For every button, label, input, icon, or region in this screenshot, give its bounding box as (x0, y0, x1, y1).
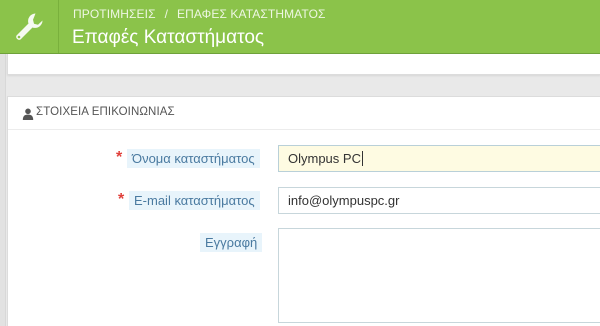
shop-name-label: Όνομα καταστήματος (127, 149, 260, 168)
page: ΠΡΟΤΙΜΗΣΕΙΣ / ΕΠΑΦΕΣ ΚΑΤΑΣΤΗΜΑΤΟΣ Επαφές Κ… (0, 0, 600, 326)
registration-textarea[interactable] (278, 228, 600, 323)
breadcrumb-separator: / (164, 7, 169, 21)
header-divider (58, 0, 59, 53)
page-header: ΠΡΟΤΙΜΗΣΕΙΣ / ΕΠΑΦΕΣ ΚΑΤΑΣΤΗΜΑΤΟΣ Επαφές Κ… (0, 0, 600, 54)
breadcrumb: ΠΡΟΤΙΜΗΣΕΙΣ / ΕΠΑΦΕΣ ΚΑΤΑΣΤΗΜΑΤΟΣ (73, 7, 326, 21)
panel-heading-title: ΣΤΟΙΧΕΙΑ ΕΠΙΚΟΙΝΩΝΙΑΣ (36, 106, 175, 118)
shop-email-value: info@olympuspc.gr (288, 193, 400, 208)
user-icon (22, 107, 34, 120)
registration-label: Εγγραφή (200, 233, 263, 252)
wrench-icon (0, 0, 58, 53)
shop-email-label: E-mail καταστήματος (129, 191, 260, 210)
required-marker: * (118, 191, 125, 208)
shop-name-input[interactable]: Olympus PC (278, 145, 600, 172)
panel-heading: ΣΤΟΙΧΕΙΑ ΕΠΙΚΟΙΝΩΝΙΑΣ (8, 97, 600, 130)
left-gutter (0, 54, 6, 326)
required-marker: * (116, 149, 123, 166)
breadcrumb-item-store-contacts[interactable]: ΕΠΑΦΕΣ ΚΑΤΑΣΤΗΜΑΤΟΣ (177, 7, 326, 21)
shop-name-value: Olympus PC (288, 151, 361, 166)
text-caret (361, 151, 363, 166)
breadcrumb-item-preferences[interactable]: ΠΡΟΤΙΜΗΣΕΙΣ (73, 7, 156, 21)
shop-email-input[interactable]: info@olympuspc.gr (278, 187, 600, 214)
previous-panel (7, 54, 600, 75)
page-title: Επαφές Καταστήματος (72, 27, 265, 48)
